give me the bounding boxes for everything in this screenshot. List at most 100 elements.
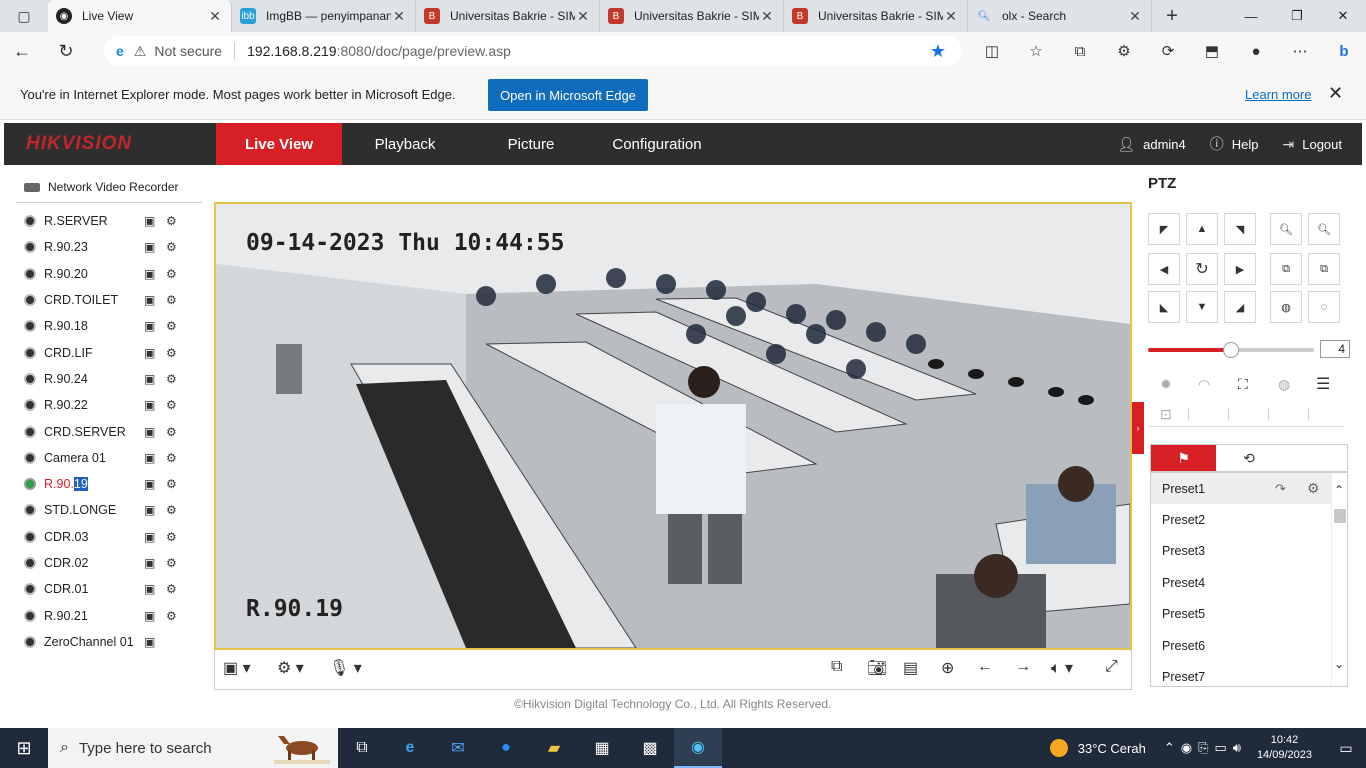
one-touch-focus-icon[interactable]: ⛶ bbox=[1238, 376, 1248, 393]
file-explorer-icon[interactable]: ▰ bbox=[530, 728, 578, 768]
previous-page-icon[interactable]: ← bbox=[977, 658, 993, 676]
nav-live-view[interactable]: Live View bbox=[216, 123, 342, 165]
light-icon[interactable]: ✹ bbox=[1160, 376, 1172, 393]
stream-select-icon[interactable]: ⚙ bbox=[166, 240, 177, 254]
zoom-app-icon[interactable]: ● bbox=[482, 728, 530, 768]
live-video-viewport[interactable]: 09-14-2023 Thu 10:44:55 R.90.19 bbox=[214, 202, 1132, 650]
scroll-up-icon[interactable]: ⌃ bbox=[1334, 483, 1344, 497]
ie-mode-icon[interactable]: e bbox=[116, 43, 124, 59]
digital-zoom-icon[interactable]: ⊕ bbox=[941, 658, 954, 678]
start-preview-icon[interactable]: ▣ bbox=[144, 530, 155, 544]
close-tab-icon[interactable]: ✕ bbox=[575, 8, 591, 25]
close-window-icon[interactable]: ✕ bbox=[1320, 0, 1366, 32]
pan-up-icon[interactable]: ▲ bbox=[1186, 213, 1218, 245]
microsoft-store-icon[interactable]: ▦ bbox=[578, 728, 626, 768]
tab-bakrie-3[interactable]: B Universitas Bakrie - SIM ✕ bbox=[784, 0, 968, 32]
zoom-in-icon[interactable]: 🔍︎ bbox=[1308, 213, 1340, 245]
start-preview-icon[interactable]: ▣ bbox=[144, 319, 155, 333]
close-ie-bar-icon[interactable]: ✕ bbox=[1328, 83, 1343, 104]
stream-select-icon[interactable]: ⚙ bbox=[166, 398, 177, 412]
preset-item[interactable]: Preset7 bbox=[1151, 661, 1347, 686]
start-preview-icon[interactable]: ▣ bbox=[144, 425, 155, 439]
camera-item[interactable]: R.90.23 ▣ ⚙ bbox=[24, 234, 194, 260]
tab-bakrie-1[interactable]: B Universitas Bakrie - SIM ✕ bbox=[416, 0, 600, 32]
close-tab-icon[interactable]: ✕ bbox=[207, 8, 223, 25]
logout-link[interactable]: ⇥ Logout bbox=[1283, 136, 1343, 153]
zoom-out-icon[interactable]: 🔍︎ bbox=[1270, 213, 1302, 245]
tray-icons[interactable]: ⌃◉⎘▭🔊︎ bbox=[1164, 740, 1247, 756]
nav-configuration[interactable]: Configuration bbox=[594, 123, 720, 165]
iris-close-icon[interactable]: ◍ bbox=[1270, 291, 1302, 323]
lens-init-icon[interactable]: ◍ bbox=[1278, 376, 1290, 393]
preset-item[interactable]: Preset1 ↷ ⚙ bbox=[1151, 473, 1347, 505]
volume-icon[interactable]: 🔈︎ ▾ bbox=[1051, 658, 1073, 678]
camera-item[interactable]: R.SERVER ▣ ⚙ bbox=[24, 208, 194, 234]
manual-tracking-icon[interactable]: ⊡ bbox=[1160, 406, 1172, 423]
stream-select-icon[interactable]: ⚙ bbox=[166, 477, 177, 491]
camera-item[interactable]: CDR.01 ▣ ⚙ bbox=[24, 576, 194, 602]
preset-item[interactable]: Preset3 bbox=[1151, 536, 1347, 567]
task-view-icon[interactable]: ⧉ bbox=[338, 728, 386, 768]
camera-item[interactable]: CDR.03 ▣ ⚙ bbox=[24, 524, 194, 550]
camera-item[interactable]: CRD.LIF ▣ ⚙ bbox=[24, 339, 194, 365]
next-page-icon[interactable]: → bbox=[1015, 658, 1031, 676]
focus-far-icon[interactable]: ⧉ bbox=[1308, 253, 1340, 285]
stream-type-icon[interactable]: ⚙ ▾ bbox=[277, 658, 304, 678]
pattern-tab[interactable] bbox=[1282, 445, 1347, 471]
preset-item[interactable]: Preset6 bbox=[1151, 630, 1347, 661]
start-preview-icon[interactable]: ▣ bbox=[144, 372, 155, 386]
window-layout-icon[interactable]: ▣ ▾ bbox=[223, 658, 251, 678]
favorites-icon[interactable]: ☆ bbox=[1014, 32, 1058, 70]
iris-open-icon[interactable]: ◌ bbox=[1308, 291, 1340, 323]
camera-item[interactable]: R.90.24 ▣ ⚙ bbox=[24, 366, 194, 392]
pan-up-right-icon[interactable]: ◥ bbox=[1224, 213, 1256, 245]
preset-scrollbar[interactable]: ⌃ ⌄ bbox=[1331, 473, 1347, 686]
stream-select-icon[interactable]: ⚙ bbox=[166, 293, 177, 307]
stop-preview-icon[interactable]: ▣ bbox=[144, 477, 155, 491]
start-preview-icon[interactable]: ▣ bbox=[144, 582, 155, 596]
stop-all-preview-icon[interactable]: ⧉ bbox=[831, 658, 842, 676]
start-preview-icon[interactable]: ▣ bbox=[144, 398, 155, 412]
camera-item[interactable]: CRD.SERVER ▣ ⚙ bbox=[24, 418, 194, 444]
camera-item[interactable]: R.90.22 ▣ ⚙ bbox=[24, 392, 194, 418]
preset-item[interactable]: Preset4 bbox=[1151, 567, 1347, 598]
bing-copilot-icon[interactable]: b bbox=[1322, 32, 1366, 70]
pan-left-icon[interactable]: ◀ bbox=[1148, 253, 1180, 285]
start-preview-icon[interactable]: ▣ bbox=[144, 240, 155, 254]
stream-select-icon[interactable]: ⚙ bbox=[166, 503, 177, 517]
start-preview-icon[interactable]: ▣ bbox=[144, 556, 155, 570]
preset-item[interactable]: Preset5 bbox=[1151, 599, 1347, 630]
user-menu[interactable]: 👤︎ admin4 bbox=[1117, 136, 1185, 153]
new-tab-button[interactable]: + bbox=[1152, 5, 1192, 28]
stream-select-icon[interactable]: ⚙ bbox=[166, 372, 177, 386]
more-ptz-menu-icon[interactable]: ☰ bbox=[1316, 374, 1330, 394]
weather-widget[interactable]: 33°C Cerah bbox=[1049, 739, 1146, 757]
stream-select-icon[interactable]: ⚙ bbox=[166, 530, 177, 544]
nav-playback[interactable]: Playback bbox=[342, 123, 468, 165]
nav-picture[interactable]: Picture bbox=[468, 123, 594, 165]
nvr-device-node[interactable]: Network Video Recorder bbox=[24, 180, 179, 194]
camera-item[interactable]: CRD.TOILET ▣ ⚙ bbox=[24, 287, 194, 313]
stream-select-icon[interactable]: ⚙ bbox=[166, 267, 177, 281]
preset-tab-flag-icon[interactable]: ⚑ bbox=[1151, 445, 1217, 471]
close-tab-icon[interactable]: ✕ bbox=[1127, 8, 1143, 25]
tab-olx-search[interactable]: 🔍︎ olx - Search ✕ bbox=[968, 0, 1152, 32]
image-app-icon[interactable]: ▩ bbox=[626, 728, 674, 768]
focus-near-icon[interactable]: ⧉ bbox=[1270, 253, 1302, 285]
start-preview-icon[interactable]: ▣ bbox=[144, 635, 155, 649]
pan-up-left-icon[interactable]: ◤ bbox=[1148, 213, 1180, 245]
internet-explorer-icon[interactable]: e bbox=[386, 728, 434, 768]
tab-imgbb[interactable]: ibb ImgBB — penyimpanan ✕ bbox=[232, 0, 416, 32]
downloads-icon[interactable]: ⬒ bbox=[1190, 32, 1234, 70]
notifications-icon[interactable]: ▭ bbox=[1326, 740, 1366, 757]
profile-avatar-icon[interactable]: ● bbox=[1234, 32, 1278, 70]
stream-select-icon[interactable]: ⚙ bbox=[166, 319, 177, 333]
fullscreen-icon[interactable]: ⤢ bbox=[1105, 658, 1118, 676]
camera-item[interactable]: Camera 01 ▣ ⚙ bbox=[24, 445, 194, 471]
microphone-icon[interactable]: 🎙︎ ▾ bbox=[329, 658, 362, 678]
tab-live-view[interactable]: ◉ Live View ✕ bbox=[48, 0, 232, 32]
start-preview-icon[interactable]: ▣ bbox=[144, 451, 155, 465]
stream-select-icon[interactable]: ⚙ bbox=[166, 425, 177, 439]
pan-down-icon[interactable]: ▼ bbox=[1186, 291, 1218, 323]
call-preset-icon[interactable]: ↷ bbox=[1275, 481, 1286, 497]
